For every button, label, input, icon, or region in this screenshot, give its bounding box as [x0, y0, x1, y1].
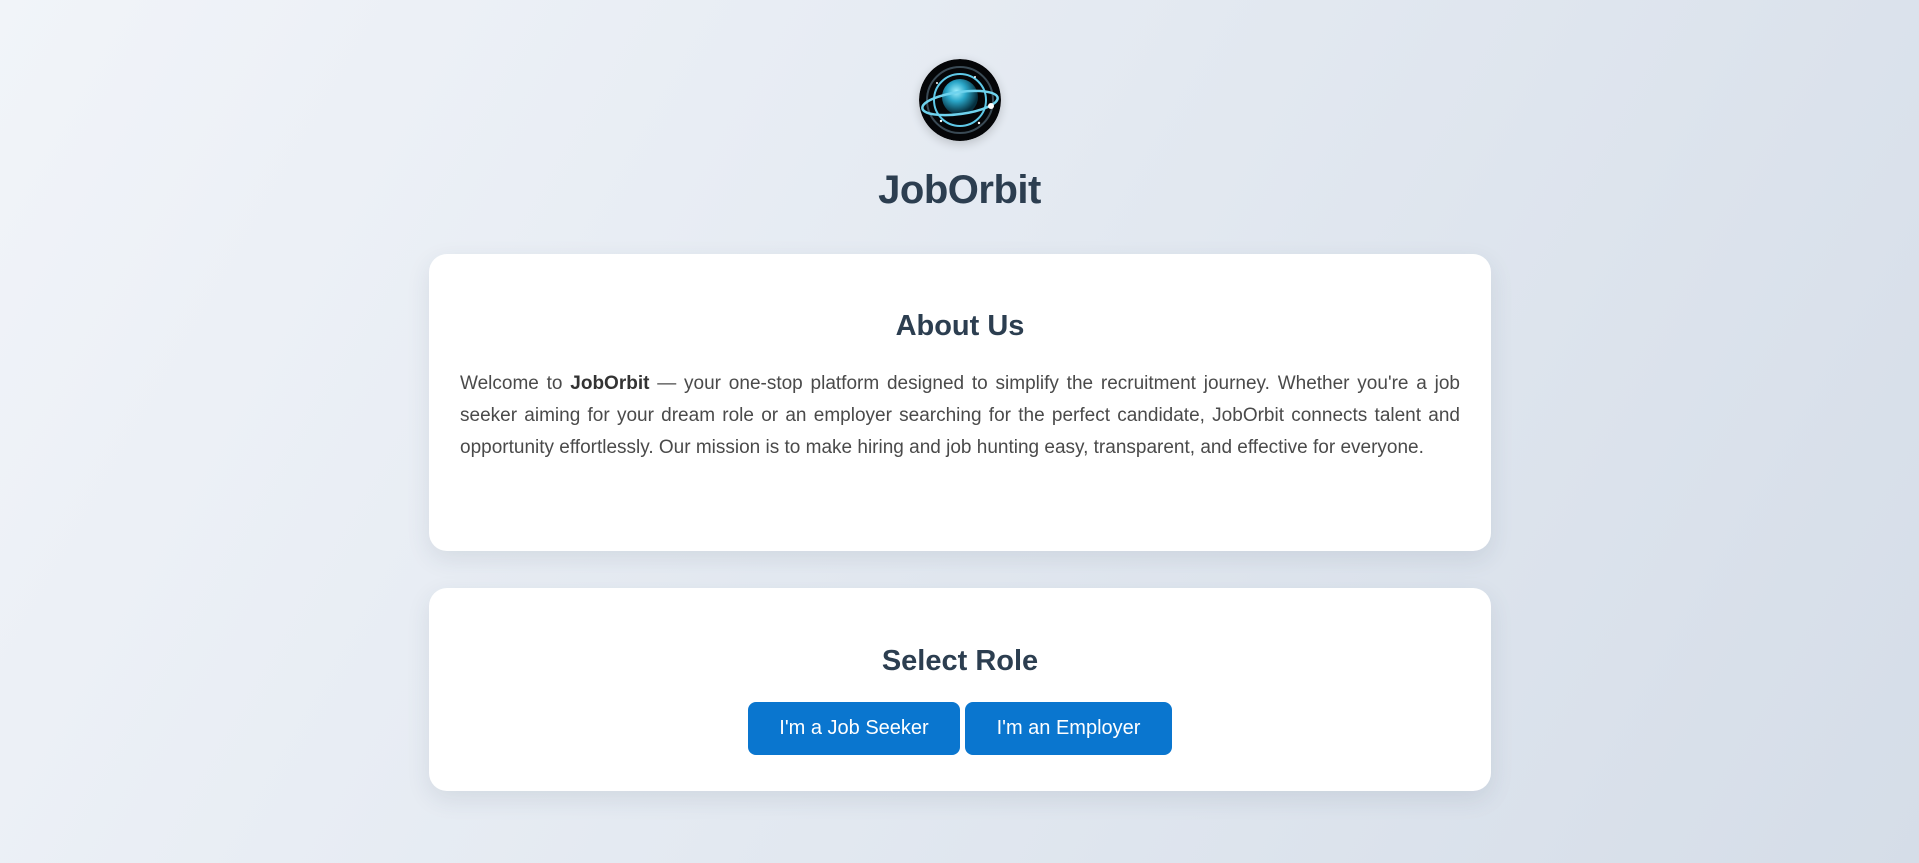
about-text: Welcome to JobOrbit — your one-stop plat…	[460, 368, 1460, 464]
about-text-intro: Welcome to	[460, 373, 571, 394]
brand-title: JobOrbit	[878, 168, 1041, 212]
about-title: About Us	[895, 310, 1025, 342]
planet-orbit-logo-icon	[919, 59, 1001, 141]
about-text-brand: JobOrbit	[570, 373, 650, 394]
employer-button[interactable]: I'm an Employer	[965, 702, 1172, 755]
job-seeker-button[interactable]: I'm a Job Seeker	[748, 702, 960, 755]
role-card: Select Role I'm a Job Seeker I'm an Empl…	[429, 588, 1491, 791]
about-card: About Us Welcome to JobOrbit — your one-…	[429, 254, 1491, 551]
role-button-row: I'm a Job Seeker I'm an Employer	[460, 702, 1460, 755]
role-title: Select Role	[881, 645, 1039, 677]
logo-icon	[919, 59, 1001, 141]
